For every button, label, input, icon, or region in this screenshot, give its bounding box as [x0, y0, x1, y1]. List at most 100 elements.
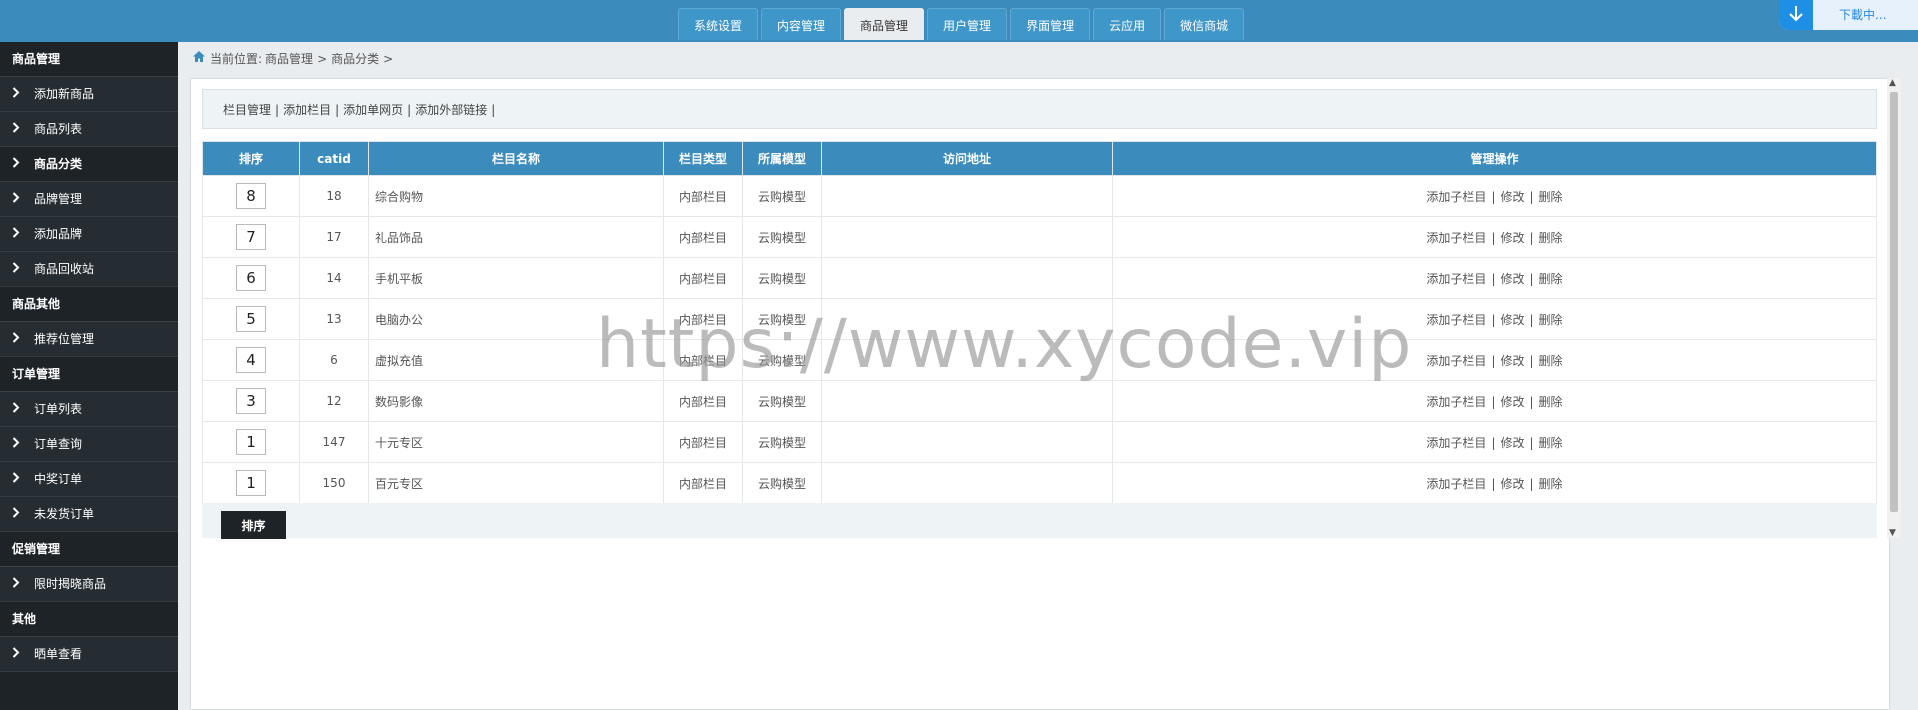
- add-child-link[interactable]: 添加子栏目: [1426, 313, 1486, 327]
- add-child-link[interactable]: 添加子栏目: [1426, 231, 1486, 245]
- subnav-separator: |: [491, 103, 496, 117]
- subnav-link[interactable]: 添加外部链接: [415, 103, 487, 117]
- order-cell: [202, 380, 300, 422]
- table-row: 12数码影像内部栏目云购模型 添加子栏目 | 修改 | 删除: [202, 380, 1877, 422]
- subnav-separator: |: [407, 103, 412, 117]
- delete-link[interactable]: 删除: [1539, 354, 1563, 368]
- order-input[interactable]: [236, 224, 266, 250]
- sidebar-item[interactable]: 商品列表: [0, 112, 178, 147]
- sidebar-item[interactable]: 推荐位管理: [0, 322, 178, 357]
- top-tab[interactable]: 内容管理: [761, 8, 842, 40]
- top-tab[interactable]: 商品管理: [844, 8, 925, 40]
- ops-separator: |: [1529, 312, 1534, 327]
- chevron-right-icon: [12, 252, 22, 287]
- chevron-right-icon: [12, 462, 22, 497]
- sidebar-item[interactable]: 品牌管理: [0, 182, 178, 217]
- name-cell: 百元专区: [368, 462, 664, 504]
- sidebar-item[interactable]: 商品分类: [0, 147, 178, 182]
- ops-cell: 添加子栏目 | 修改 | 删除: [1112, 421, 1877, 463]
- top-tab[interactable]: 系统设置: [678, 8, 759, 40]
- chevron-right-icon: [12, 497, 22, 532]
- table-row: 18综合购物内部栏目云购模型 添加子栏目 | 修改 | 删除: [202, 175, 1877, 217]
- edit-link[interactable]: 修改: [1500, 436, 1524, 450]
- catid-cell: 13: [299, 298, 369, 340]
- scroll-up-icon[interactable]: ▲: [1889, 78, 1896, 88]
- delete-link[interactable]: 删除: [1539, 272, 1563, 286]
- delete-link[interactable]: 删除: [1539, 231, 1563, 245]
- order-input[interactable]: [236, 429, 266, 455]
- edit-link[interactable]: 修改: [1500, 272, 1524, 286]
- name-cell: 数码影像: [368, 380, 664, 422]
- type-cell: 内部栏目: [663, 216, 743, 258]
- download-status: 下載中...: [1839, 8, 1887, 22]
- order-input[interactable]: [236, 183, 266, 209]
- type-cell: 内部栏目: [663, 175, 743, 217]
- sort-button[interactable]: 排序: [221, 511, 286, 539]
- add-child-link[interactable]: 添加子栏目: [1426, 354, 1486, 368]
- sidebar-item[interactable]: 商品回收站: [0, 252, 178, 287]
- top-tab[interactable]: 微信商城: [1164, 8, 1245, 40]
- col-header-order: 排序: [202, 141, 300, 176]
- edit-link[interactable]: 修改: [1500, 395, 1524, 409]
- subnav-link[interactable]: 栏目管理: [223, 103, 271, 117]
- order-input[interactable]: [236, 265, 266, 291]
- add-child-link[interactable]: 添加子栏目: [1426, 190, 1486, 204]
- sidebar-item[interactable]: 晒单查看: [0, 637, 178, 672]
- edit-link[interactable]: 修改: [1500, 190, 1524, 204]
- order-cell: [202, 257, 300, 299]
- delete-link[interactable]: 删除: [1539, 190, 1563, 204]
- subnav-link[interactable]: 添加单网页: [343, 103, 403, 117]
- order-input[interactable]: [236, 347, 266, 373]
- sidebar-item-label: 中奖订单: [34, 471, 83, 486]
- chevron-right-icon: [12, 322, 22, 357]
- add-child-link[interactable]: 添加子栏目: [1426, 272, 1486, 286]
- ops-separator: |: [1491, 230, 1496, 245]
- edit-link[interactable]: 修改: [1500, 354, 1524, 368]
- add-child-link[interactable]: 添加子栏目: [1426, 395, 1486, 409]
- category-subnav: 栏目管理 | 添加栏目 | 添加单网页 | 添加外部链接 |: [202, 89, 1877, 129]
- model-cell: 云购模型: [742, 257, 822, 299]
- table-row: 14手机平板内部栏目云购模型 添加子栏目 | 修改 | 删除: [202, 257, 1877, 299]
- add-child-link[interactable]: 添加子栏目: [1426, 436, 1486, 450]
- subnav-link[interactable]: 添加栏目: [283, 103, 331, 117]
- url-cell: [821, 380, 1113, 422]
- chevron-right-icon: [12, 77, 22, 112]
- sidebar-item[interactable]: 限时揭晓商品: [0, 567, 178, 602]
- ops-separator: |: [1529, 435, 1534, 450]
- scrollbar[interactable]: ▲ ▼: [1887, 78, 1901, 538]
- scroll-down-icon[interactable]: ▼: [1889, 528, 1896, 538]
- sidebar-item[interactable]: 添加品牌: [0, 217, 178, 252]
- subnav-separator: |: [335, 103, 340, 117]
- catid-cell: 147: [299, 421, 369, 463]
- scrollbar-thumb[interactable]: [1890, 92, 1898, 512]
- add-child-link[interactable]: 添加子栏目: [1426, 477, 1486, 491]
- catid-cell: 12: [299, 380, 369, 422]
- delete-link[interactable]: 删除: [1539, 436, 1563, 450]
- breadcrumb-item-category[interactable]: 商品分类: [331, 50, 379, 68]
- order-input[interactable]: [236, 388, 266, 414]
- top-tab[interactable]: 界面管理: [1010, 8, 1091, 40]
- top-tab[interactable]: 云应用: [1093, 8, 1162, 40]
- delete-link[interactable]: 删除: [1539, 313, 1563, 327]
- sidebar-section-title: 商品管理: [0, 42, 178, 77]
- edit-link[interactable]: 修改: [1500, 477, 1524, 491]
- download-arrow-icon[interactable]: [1779, 0, 1813, 30]
- sidebar-item[interactable]: 未发货订单: [0, 497, 178, 532]
- download-widget[interactable]: 下載中...: [1779, 0, 1918, 30]
- edit-link[interactable]: 修改: [1500, 231, 1524, 245]
- sidebar-item[interactable]: 中奖订单: [0, 462, 178, 497]
- model-cell: 云购模型: [742, 380, 822, 422]
- delete-link[interactable]: 删除: [1539, 395, 1563, 409]
- ops-separator: |: [1529, 394, 1534, 409]
- delete-link[interactable]: 删除: [1539, 477, 1563, 491]
- sidebar-item[interactable]: 订单查询: [0, 427, 178, 462]
- edit-link[interactable]: 修改: [1500, 313, 1524, 327]
- sidebar-item[interactable]: 添加新商品: [0, 77, 178, 112]
- order-input[interactable]: [236, 306, 266, 332]
- sidebar-item[interactable]: 订单列表: [0, 392, 178, 427]
- breadcrumb-item-goods-manage[interactable]: 商品管理: [265, 50, 313, 68]
- home-icon[interactable]: [192, 50, 206, 68]
- name-cell: 十元专区: [368, 421, 664, 463]
- order-input[interactable]: [236, 470, 266, 496]
- top-tab[interactable]: 用户管理: [927, 8, 1008, 40]
